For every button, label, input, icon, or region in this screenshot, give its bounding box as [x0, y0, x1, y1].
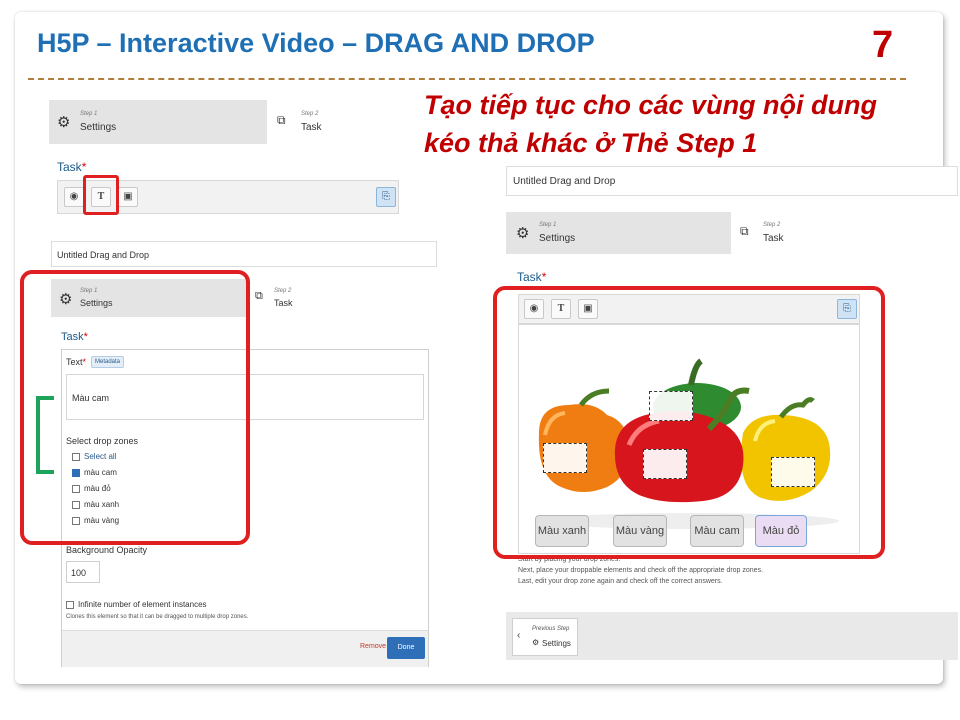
step-name: Settings [539, 233, 576, 244]
help-line-3: Last, edit your drop zone again and chec… [518, 578, 723, 585]
remove-button[interactable]: Remove [360, 643, 386, 650]
bg-opacity-input[interactable]: 100 [66, 561, 100, 583]
task-icon: ⧉ [255, 290, 263, 302]
previous-step-button[interactable]: ‹ Previous Step ⚙ Settings [512, 618, 578, 656]
tab-step2-task[interactable]: ⧉ Step 2 Task [267, 100, 421, 144]
prev-step-name: Settings [542, 639, 571, 648]
chevron-left-icon: ‹ [517, 630, 521, 641]
highlight-step1-dialog [20, 270, 250, 545]
step-name: Task [301, 122, 322, 133]
caption-line-2: kéo thả khác ở Thẻ Step 1 [424, 128, 758, 158]
footer-bar: ‹ Previous Step ⚙ Settings [506, 612, 958, 660]
task-icon: ⧉ [277, 113, 286, 127]
tab-step1-settings[interactable]: ⚙ Step 1 Settings [506, 212, 731, 254]
done-button[interactable]: Done [387, 637, 425, 659]
task-label: Task* [517, 270, 547, 284]
slide-caption: Tạo tiếp tục cho các vùng nội dung kéo t… [424, 86, 894, 162]
step-number: Step 1 [539, 222, 557, 228]
step-name: Settings [80, 122, 117, 133]
highlight-text-tool [83, 175, 119, 215]
caption-line-1: Tạo tiếp tục cho các vùng nội dung [424, 90, 878, 120]
dialog-footer: Remove Done [62, 630, 428, 667]
tab-step1-settings[interactable]: ⚙ Step 1 Settings [49, 100, 267, 144]
task-label: Task* [57, 160, 87, 174]
slide-number: 7 [872, 24, 894, 66]
highlight-task-canvas [493, 286, 885, 559]
title-input[interactable]: Untitled Drag and Drop [51, 241, 437, 267]
step-number: Step 2 [763, 222, 781, 228]
help-line-2: Next, place your droppable elements and … [518, 567, 764, 574]
paste-button[interactable]: ⎘ [376, 187, 396, 207]
step-number: Step 2 [274, 288, 292, 294]
title-divider [28, 78, 906, 80]
infinite-checkbox[interactable]: Infinite number of element instances [66, 600, 207, 609]
title-input[interactable]: Untitled Drag and Drop [506, 166, 958, 196]
infinite-help: Clones this element so that it can be dr… [66, 614, 249, 620]
gear-icon: ⚙ [532, 638, 540, 647]
step-name: Task [763, 233, 784, 244]
step-number: Step 2 [301, 111, 319, 117]
tab-step2-task[interactable]: ⧉ Step 2 Task [731, 212, 958, 254]
slide-title: H5P – Interactive Video – DRAG AND DROP [37, 28, 595, 58]
tab-step2-task[interactable]: ⧉ Step 2 Task [247, 279, 437, 317]
step-name: Task [274, 298, 293, 308]
prev-step-label: Previous Step [532, 626, 570, 632]
task-icon: ⧉ [740, 224, 749, 238]
gear-icon: ⚙ [516, 225, 530, 242]
step-number: Step 1 [80, 111, 98, 117]
gear-icon: ⚙ [57, 114, 71, 131]
highlight-drop-zones-bracket [36, 396, 54, 474]
bg-opacity-label: Background Opacity [66, 545, 148, 555]
image-tool-button[interactable]: ▣ [118, 187, 138, 207]
dropzone-tool-button[interactable]: ◉ [64, 187, 84, 207]
